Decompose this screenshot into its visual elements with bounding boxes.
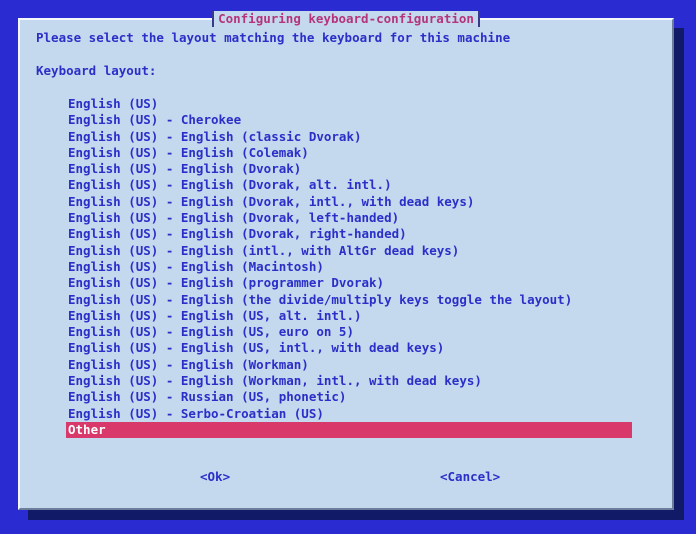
list-item[interactable]: English (US) - English (Dvorak, alt. int… [66,177,632,193]
dialog-title: Configuring keyboard-configuration [212,11,480,27]
dialog-prompt: Please select the layout matching the ke… [36,30,511,45]
keyboard-layout-list[interactable]: English (US) English (US) - Cherokee Engli… [66,96,632,439]
list-item[interactable]: English (US) - English (programmer Dvora… [66,275,632,291]
list-item[interactable]: English (US) - English (Macintosh) [66,259,632,275]
cancel-button[interactable]: <Cancel> [440,469,500,485]
dialog-shadow-bottom [28,510,684,520]
keyboard-config-dialog: Configuring keyboard-configuration Pleas… [18,11,674,510]
list-item[interactable]: English (US) - English (Workman, intl., … [66,373,632,389]
list-item[interactable]: English (US) - English (US, intl., with … [66,340,632,356]
list-item[interactable]: English (US) - English (intl., with AltG… [66,243,632,259]
list-item[interactable]: English (US) - English (the divide/multi… [66,292,632,308]
list-item[interactable]: English (US) - Cherokee [66,112,632,128]
dialog-title-bar: Configuring keyboard-configuration [20,11,672,27]
list-item[interactable]: English (US) - Russian (US, phonetic) [66,389,632,405]
list-item[interactable]: English (US) - English (Dvorak, right-ha… [66,226,632,242]
list-item[interactable]: English (US) - English (Dvorak, intl., w… [66,194,632,210]
list-item[interactable]: English (US) - English (US, euro on 5) [66,324,632,340]
terminal-screen: Configuring keyboard-configuration Pleas… [0,0,696,534]
list-item-selected[interactable]: Other [66,421,632,439]
keyboard-layout-label: Keyboard layout: [36,63,157,78]
list-item[interactable]: English (US) - English (classic Dvorak) [66,129,632,145]
ok-button[interactable]: <Ok> [200,469,230,485]
dialog-shadow-right [674,28,684,520]
list-item[interactable]: English (US) - English (Dvorak, left-han… [66,210,632,226]
list-item[interactable]: English (US) - English (Colemak) [66,145,632,161]
list-item[interactable]: English (US) - English (Workman) [66,357,632,373]
list-item[interactable]: English (US) - English (US, alt. intl.) [66,308,632,324]
list-item[interactable]: English (US) - Serbo-Croatian (US) [66,406,632,422]
list-item[interactable]: English (US) [66,96,632,112]
list-item[interactable]: English (US) - English (Dvorak) [66,161,632,177]
